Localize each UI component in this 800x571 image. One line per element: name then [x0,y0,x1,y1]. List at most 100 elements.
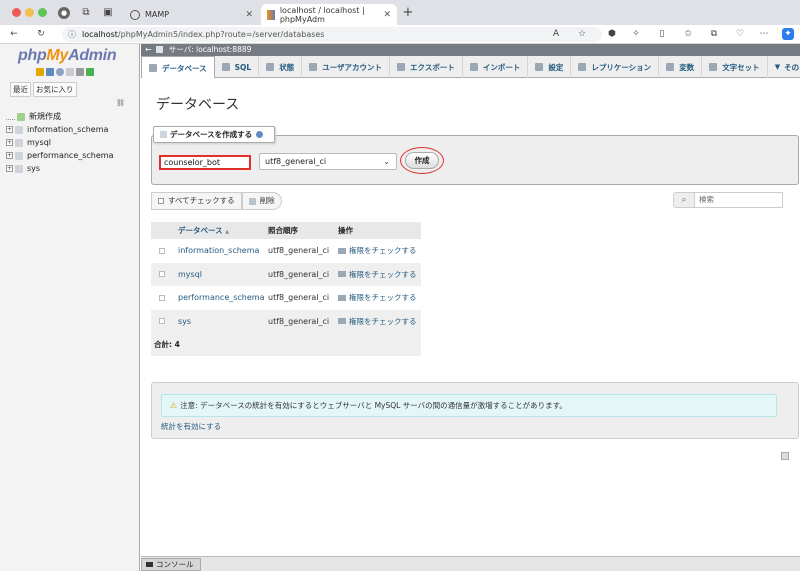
tab-list-icon[interactable]: ▣ [102,7,114,19]
help-icon[interactable] [256,131,264,138]
settings-gear-icon[interactable] [76,68,84,76]
search-icon[interactable]: ⌕ [673,192,695,208]
notice-message: ⚠ 注意: データベースの統計を有効にするとウェブサーバと MySQL サーバの間… [161,394,777,417]
logo-admin: Admin [68,47,117,64]
read-aloud-icon[interactable]: A [550,28,562,40]
checkbox[interactable] [158,198,164,204]
tab-import[interactable]: インポート [463,56,529,78]
database-link[interactable]: performance_schema [178,286,268,310]
collapse-arrow-icon[interactable]: ← [145,44,154,56]
check-privileges-link[interactable]: 権限をチェックする [338,310,417,334]
expand-icon[interactable]: + [6,139,13,146]
reload-navigation-icon[interactable] [86,68,94,76]
tab-more[interactable]: ▼ その [768,56,800,78]
database-link[interactable]: information_schema [178,239,268,263]
more-icon[interactable]: ⋯ [758,28,770,40]
url-field[interactable]: ⓘ localhost/phpMyAdmin5/index.php?route=… [62,27,602,42]
extension-shield-icon[interactable]: ⬢ [606,28,618,40]
phpmyadmin-logo[interactable]: phpMyAdmin [18,47,117,65]
close-window-icon[interactable] [12,8,21,17]
header-checkbox-col [151,222,178,239]
home-icon[interactable] [36,68,44,76]
console-toggle[interactable]: コンソール [141,558,201,571]
check-privileges-link[interactable]: 権限をチェックする [338,263,417,287]
expand-icon[interactable]: + [6,126,13,133]
copilot-icon[interactable]: ✦ [782,28,794,40]
database-name-input[interactable]: counselor_bot [159,155,251,170]
tab-export[interactable]: エクスポート [390,56,463,78]
check-all-button[interactable]: すべてチェックする [151,192,242,210]
tree-item-mysql[interactable]: + mysql [6,136,114,149]
logout-icon[interactable] [46,68,54,76]
tab-phpmyadmin[interactable]: localhost / localhost | phpMyAdm ✕ [261,4,397,25]
chain-link-icon[interactable]: ⛓ [116,99,125,107]
tree-item-new[interactable]: 新規作成 [6,110,114,123]
tab-groups-icon[interactable]: ⧉ [80,7,92,19]
tab-mamp[interactable]: MAMP ✕ [124,4,259,25]
database-link[interactable]: sys [178,310,268,334]
favorite-star-icon[interactable]: ☆ [576,28,588,40]
sql-icon [221,63,230,71]
search-input[interactable]: 検索 [695,192,783,208]
split-screen-icon[interactable]: ▯ [656,28,668,40]
row-checkbox[interactable] [159,294,165,301]
tab-status[interactable]: 状態 [259,56,303,78]
tab-settings[interactable]: 設定 [528,56,572,78]
tree-label: mysql [27,138,51,147]
docs-icon[interactable] [66,68,74,76]
new-tab-icon[interactable]: + [402,6,414,19]
row-checkbox[interactable] [159,318,165,325]
database-link[interactable]: mysql [178,263,268,287]
tab-charsets[interactable]: 文字セット [702,56,768,78]
header-collation[interactable]: 照合順序 [268,222,338,239]
collections-icon[interactable]: ⧉ [708,28,720,40]
tab-favorites[interactable]: お気に入り [33,82,77,97]
expand-icon[interactable]: + [6,152,13,159]
database-icon [15,138,23,147]
enable-statistics-link[interactable]: 統計を有効にする [161,421,221,432]
database-icon [15,151,23,160]
server-label[interactable]: サーバ: localhost:8889 [169,45,252,54]
tab-sql[interactable]: SQL [215,56,260,78]
profile-icon[interactable]: ● [58,7,70,19]
header-database[interactable]: データベース ▲ [178,222,268,239]
help-icon[interactable] [56,68,64,76]
legend-label: データベースを作成する [170,130,253,139]
check-privileges-link[interactable]: 権限をチェックする [338,286,417,310]
extension-icon[interactable]: ✧ [630,28,642,40]
tab-recent[interactable]: 最近 [10,82,31,97]
create-button[interactable]: 作成 [405,152,439,169]
tree-item-performance-schema[interactable]: + performance_schema [6,149,114,162]
statistics-fieldset: ⚠ 注意: データベースの統計を有効にするとウェブサーバと MySQL サーバの間… [151,382,799,439]
delete-button[interactable]: 削除 [241,192,282,210]
sidebar-toolbar [36,68,94,76]
menu-label: インポート [482,62,521,72]
reload-icon[interactable]: ↻ [35,28,47,40]
row-checkbox[interactable] [159,271,165,278]
performance-icon[interactable]: ♡ [734,28,746,40]
new-database-icon [160,131,167,138]
site-info-icon[interactable]: ⓘ [68,27,76,42]
expand-icon[interactable]: + [6,165,13,172]
collation-select[interactable]: utf8_general_ci ⌄ [259,153,397,170]
close-tab-icon[interactable]: ✕ [383,10,391,20]
back-icon[interactable]: ← [8,28,20,40]
row-checkbox[interactable] [159,247,165,254]
tab-variables[interactable]: 変数 [659,56,703,78]
page-settings-icon[interactable] [781,452,789,460]
minimize-window-icon[interactable] [25,8,34,17]
action-label: 権限をチェックする [349,316,417,326]
maximize-window-icon[interactable] [38,8,47,17]
tree-item-information-schema[interactable]: + information_schema [6,123,114,136]
favorites-icon[interactable]: ✩ [682,28,694,40]
tab-replication[interactable]: レプリケーション [571,56,660,78]
check-privileges-link[interactable]: 権限をチェックする [338,239,417,263]
charset-icon [709,63,718,71]
tab-user-accounts[interactable]: ユーザアカウント [302,56,391,78]
tree-item-sys[interactable]: + sys [6,162,114,175]
menu-label: 状態 [279,62,295,72]
navigation-panel: phpMyAdmin 最近 お気に入り ⛓ 新規作成 + information… [0,44,140,571]
tab-databases[interactable]: データベース [141,56,215,79]
server-breadcrumb: ← サーバ: localhost:8889 [141,44,800,56]
close-tab-icon[interactable]: ✕ [245,10,253,20]
